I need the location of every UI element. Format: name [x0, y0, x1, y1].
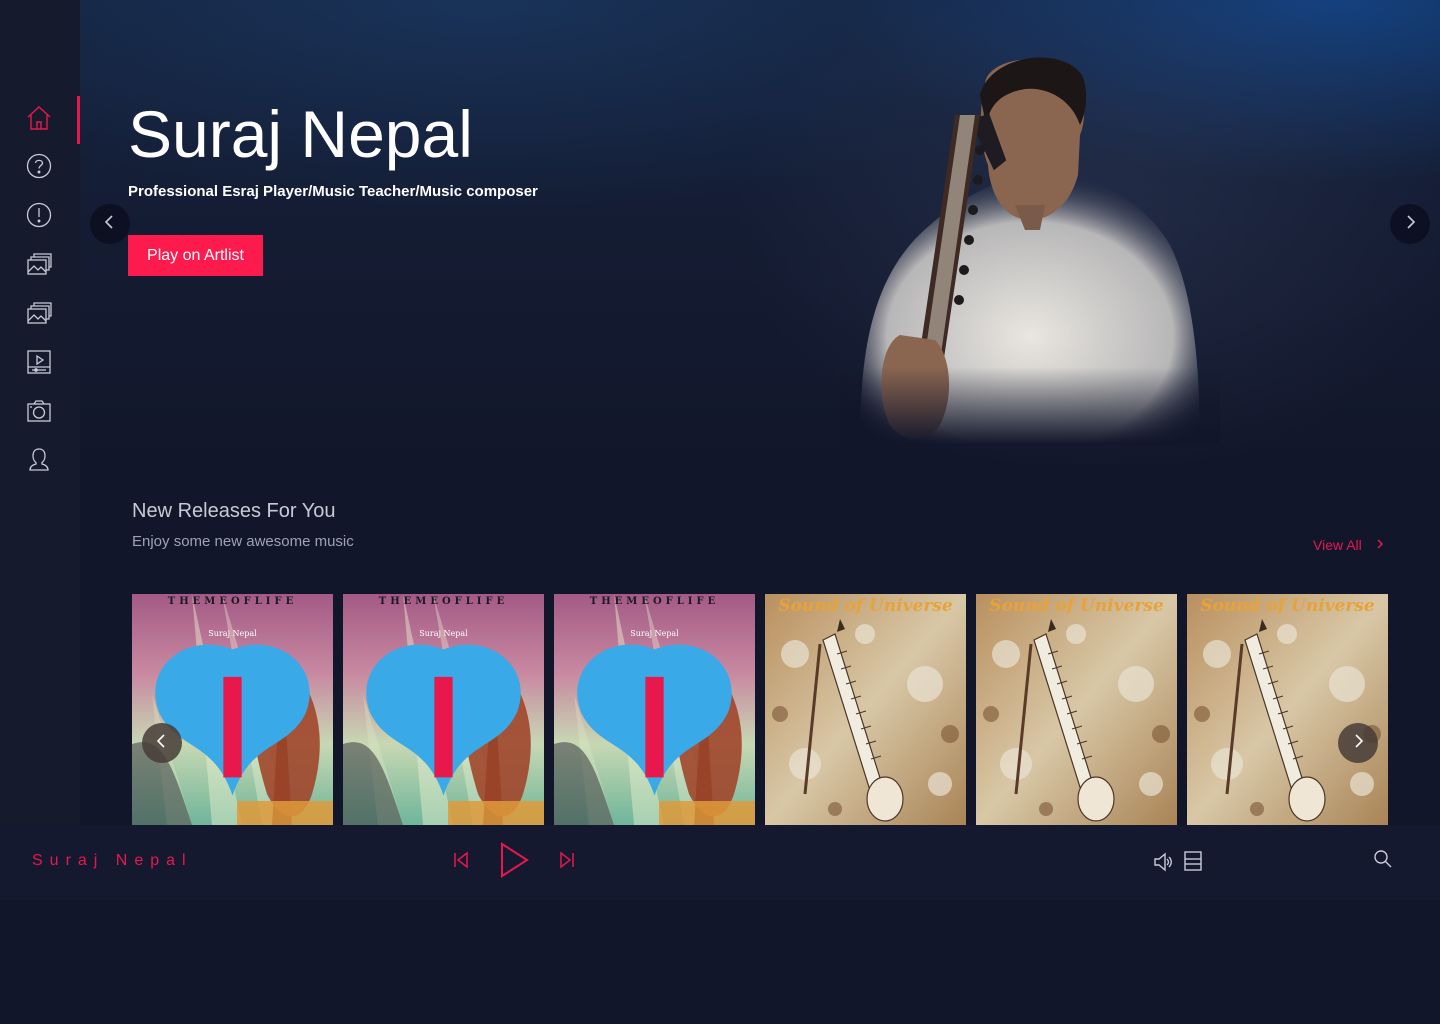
album-title: Sound of Universe	[778, 596, 953, 616]
album-card[interactable]: Sound of Universe	[976, 594, 1177, 825]
hero-banner: Suraj Nepal Professional Esraj Player/Mu…	[80, 0, 1440, 470]
album-artist: Suraj Nepal	[208, 629, 257, 638]
playlist-icon	[1183, 850, 1203, 876]
search-button[interactable]	[1372, 849, 1394, 874]
hero-title: Suraj Nepal	[128, 97, 473, 171]
view-all-label: View All	[1313, 537, 1362, 553]
user-icon	[26, 447, 52, 478]
sidebar	[0, 0, 80, 825]
volume-button[interactable]	[1152, 852, 1174, 877]
album-cover	[976, 594, 1177, 825]
album-carousel: THEMEOFLIFE Suraj Nepal THEMEOFLIFE Sura…	[132, 594, 1388, 825]
album-card[interactable]: THEMEOFLIFE Suraj Nepal	[132, 594, 333, 825]
album-card[interactable]: Sound of Universe	[765, 594, 966, 825]
sidebar-item-collections[interactable]	[0, 291, 80, 339]
sidebar-item-info[interactable]	[0, 193, 80, 241]
play-icon	[498, 841, 530, 884]
skip-back-icon	[452, 850, 470, 874]
question-icon	[26, 153, 52, 184]
album-logo	[132, 607, 333, 825]
album-title: THEMEOFLIFE	[167, 596, 298, 607]
video-icon	[26, 349, 52, 380]
album-title: THEMEOFLIFE	[378, 596, 509, 607]
album-card[interactable]: Sound of Universe	[1187, 594, 1388, 825]
album-cover	[765, 594, 966, 825]
next-track-button[interactable]	[556, 850, 578, 874]
view-all-link[interactable]: View All	[1313, 537, 1384, 553]
sidebar-item-videos[interactable]	[0, 340, 80, 388]
chevron-left-icon	[156, 733, 168, 753]
artist-photo	[840, 55, 1220, 445]
gallery-icon	[26, 251, 52, 282]
sidebar-item-home[interactable]	[0, 96, 80, 144]
home-icon	[26, 105, 52, 136]
previous-track-button[interactable]	[450, 850, 472, 874]
gallery-icon	[26, 300, 52, 331]
camera-icon	[26, 398, 52, 429]
chevron-right-icon	[1404, 214, 1416, 234]
playlist-button[interactable]	[1182, 850, 1204, 876]
carousel-next-button[interactable]	[1338, 723, 1378, 763]
player-bar: Suraj Nepal	[0, 825, 1440, 900]
carousel-prev-button[interactable]	[142, 723, 182, 763]
chevron-right-icon	[1376, 537, 1384, 553]
album-artist: Suraj Nepal	[630, 629, 679, 638]
skip-forward-icon	[558, 850, 576, 874]
play-button[interactable]	[496, 841, 532, 884]
search-icon	[1373, 849, 1393, 874]
hero-subtitle: Professional Esraj Player/Music Teacher/…	[128, 183, 538, 200]
album-artist: Suraj Nepal	[419, 629, 468, 638]
hero-prev-button[interactable]	[90, 204, 130, 244]
player-artist-name: Suraj Nepal	[32, 852, 193, 869]
album-card[interactable]: THEMEOFLIFE Suraj Nepal	[343, 594, 544, 825]
album-logo	[343, 607, 544, 825]
album-logo	[554, 607, 755, 825]
album-title: THEMEOFLIFE	[589, 596, 720, 607]
sidebar-item-profile[interactable]	[0, 438, 80, 486]
play-on-artlist-button[interactable]: Play on Artlist	[128, 235, 263, 276]
album-title: Sound of Universe	[1200, 596, 1375, 616]
hero-next-button[interactable]	[1390, 204, 1430, 244]
album-cover	[1187, 594, 1388, 825]
sidebar-item-help[interactable]	[0, 144, 80, 192]
sidebar-item-albums[interactable]	[0, 242, 80, 290]
chevron-left-icon	[104, 214, 116, 234]
sidebar-item-photos[interactable]	[0, 389, 80, 437]
alert-icon	[26, 202, 52, 233]
section-title: New Releases For You	[132, 500, 336, 522]
chevron-right-icon	[1352, 733, 1364, 753]
album-card[interactable]: THEMEOFLIFE Suraj Nepal	[554, 594, 755, 825]
album-title: Sound of Universe	[989, 596, 1164, 616]
section-subtitle: Enjoy some new awesome music	[132, 533, 354, 550]
volume-icon	[1153, 852, 1173, 877]
